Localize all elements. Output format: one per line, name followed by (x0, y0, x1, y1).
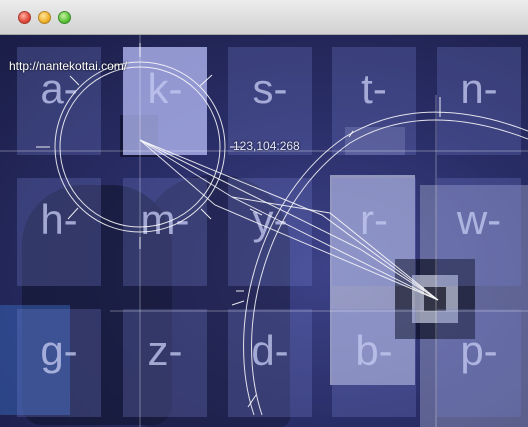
close-button[interactable] (18, 11, 31, 24)
tracking-arc-inner (243, 111, 528, 416)
gesture-trail-outer (139, 139, 439, 301)
minimize-button[interactable] (38, 11, 51, 24)
coordinate-readout: 123,104:268 (233, 139, 300, 153)
app-window: a- k- s- t- n- h- m- y- r- w- g- z- d- b… (0, 0, 528, 427)
cursor-ring-ticks (36, 43, 242, 249)
zoom-button[interactable] (58, 11, 71, 24)
title-bar[interactable] (0, 0, 528, 35)
gesture-trail-inner (139, 139, 439, 301)
camera-view[interactable]: a- k- s- t- n- h- m- y- r- w- g- z- d- b… (0, 35, 528, 427)
tracking-arc-outer (251, 119, 528, 416)
url-label: http://nantekottai.com/ (9, 59, 128, 73)
tracking-overlay (0, 35, 528, 427)
